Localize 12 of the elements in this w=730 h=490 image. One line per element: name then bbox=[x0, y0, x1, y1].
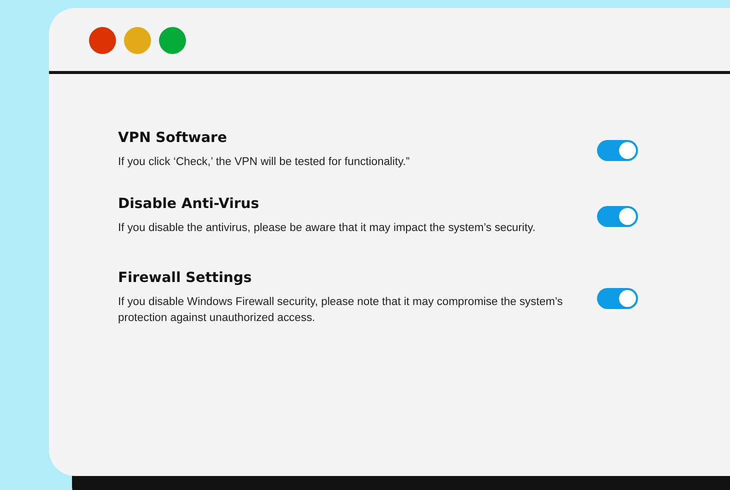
setting-description: If you disable the antivirus, please be aware that it may impact the system’s security. bbox=[118, 221, 536, 236]
window-control-dot[interactable] bbox=[124, 27, 151, 54]
toggle-switch[interactable] bbox=[597, 288, 638, 308]
setting-title: Disable Anti-Virus bbox=[118, 196, 260, 212]
window-control-dot[interactable] bbox=[89, 27, 116, 54]
toggle-switch[interactable] bbox=[597, 140, 638, 160]
setting-description: If you disable Windows Firewall security, please note that it may compromise the system’s protection against unauthorized access. bbox=[118, 295, 564, 326]
setting-title: VPN Software bbox=[118, 130, 228, 146]
toggle-switch[interactable] bbox=[597, 206, 638, 226]
window-control-dot[interactable] bbox=[159, 27, 186, 54]
setting-title: Firewall Settings bbox=[118, 270, 253, 286]
setting-description: If you click ‘Check,’ the VPN will be tested for functionality.” bbox=[118, 155, 411, 170]
